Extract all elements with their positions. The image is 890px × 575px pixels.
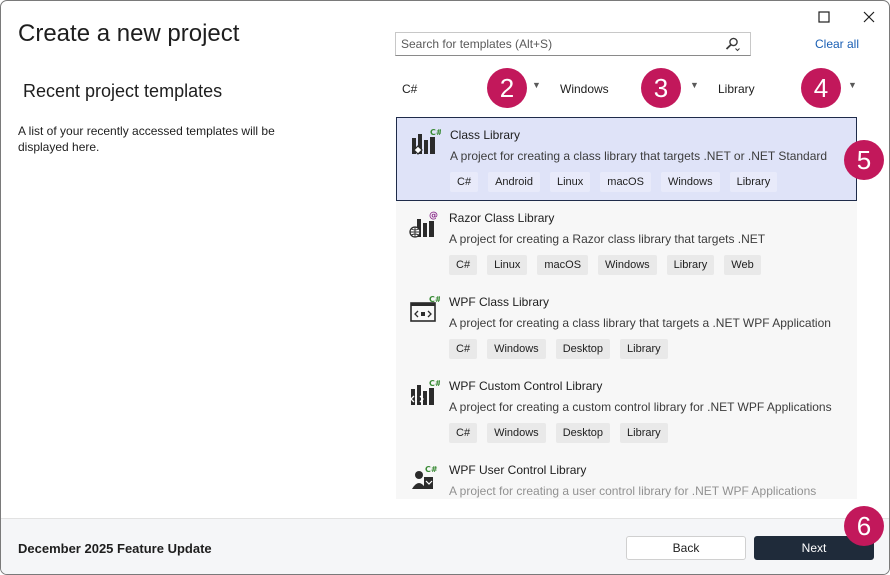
project-type-filter-value: Library [718, 82, 755, 96]
template-item-wpf-class-library[interactable]: C# WPF Class Library A project for creat… [396, 285, 857, 369]
create-project-dialog: Create a new project Recent project temp… [0, 0, 890, 575]
dialog-footer: December 2025 Feature Update Back Next [1, 518, 889, 574]
template-tags: C# Windows Desktop Library [449, 423, 668, 443]
tag: Desktop [555, 339, 611, 359]
tag: macOS [537, 255, 589, 275]
callout-badge: 6 [844, 506, 884, 546]
wpf-class-library-icon: C# [408, 295, 442, 327]
template-tags: C# Windows Desktop Library [449, 339, 668, 359]
tag: Library [620, 339, 668, 359]
svg-text:C#: C# [425, 465, 438, 474]
tag: C# [449, 255, 478, 275]
template-search-box[interactable] [395, 32, 751, 56]
platform-filter-value: Windows [560, 82, 609, 96]
template-item-wpf-custom-control-library[interactable]: C# WPF Custom Control Library A project … [396, 369, 857, 453]
tag: Windows [487, 339, 546, 359]
callout-badge: 5 [844, 140, 884, 180]
chevron-down-icon: ▼ [690, 80, 699, 90]
tag: Library [620, 423, 668, 443]
wpf-custom-control-library-icon: C# [408, 379, 442, 411]
page-title: Create a new project [18, 20, 240, 47]
language-filter-value: C# [402, 82, 418, 96]
template-name: Class Library [450, 128, 521, 142]
chevron-down-icon: ▼ [532, 80, 541, 90]
clear-all-link[interactable]: Clear all [815, 37, 859, 51]
tag: C# [449, 423, 478, 443]
maximize-icon[interactable] [812, 7, 836, 27]
svg-text:@: @ [429, 211, 438, 221]
callout-badge: 3 [641, 68, 681, 108]
tag: Android [488, 172, 540, 192]
tag: Windows [487, 423, 546, 443]
wpf-user-control-library-icon: C# [408, 463, 440, 495]
tag: Desktop [555, 423, 611, 443]
svg-text:C#: C# [430, 128, 441, 137]
template-tags: C# Linux macOS Windows Library Web [449, 255, 761, 275]
tag: C# [450, 172, 479, 192]
template-description: A project for creating a class library t… [450, 149, 828, 163]
callout-badge: 4 [801, 68, 841, 108]
template-description: A project for creating a Razor class lib… [449, 232, 766, 246]
tag: C# [449, 339, 478, 359]
template-item-class-library[interactable]: C# Class Library A project for creating … [396, 117, 857, 201]
template-list[interactable]: C# Class Library A project for creating … [396, 117, 857, 499]
back-button[interactable]: Back [626, 536, 746, 560]
tag: Web [724, 255, 761, 275]
template-description: A project for creating a custom control … [449, 400, 832, 414]
tag: Library [729, 172, 778, 192]
svg-text:C#: C# [429, 379, 440, 388]
callout-badge: 2 [487, 68, 527, 108]
search-icon[interactable] [724, 36, 740, 57]
tag: Library [666, 255, 715, 275]
template-description: A project for creating a user control li… [449, 484, 817, 498]
tag: macOS [600, 172, 651, 192]
tag: Linux [549, 172, 591, 192]
template-item-razor-class-library[interactable]: @ Razor Class Library A project for crea… [396, 201, 857, 285]
tag: Windows [660, 172, 720, 192]
template-description: A project for creating a class library t… [449, 316, 831, 330]
recent-templates-heading: Recent project templates [23, 81, 223, 101]
class-library-icon: C# [409, 128, 443, 160]
recent-templates-description: A list of your recently accessed templat… [18, 124, 275, 154]
template-name: WPF Custom Control Library [449, 379, 603, 393]
feature-update-label: December 2025 Feature Update [18, 541, 212, 556]
template-name: WPF Class Library [449, 295, 550, 309]
template-tags: C# Android Linux macOS Windows Library [450, 172, 778, 192]
tag: Linux [487, 255, 528, 275]
close-icon[interactable] [857, 7, 881, 27]
svg-text:C#: C# [429, 295, 440, 304]
razor-class-library-icon: @ [408, 211, 440, 243]
chevron-down-icon: ▼ [848, 80, 857, 90]
search-input[interactable] [396, 33, 716, 55]
tag: Windows [598, 255, 657, 275]
template-name: Razor Class Library [449, 211, 555, 225]
template-name: WPF User Control Library [449, 463, 587, 477]
template-item-wpf-user-control-library[interactable]: C# WPF User Control Library A project fo… [396, 453, 857, 499]
